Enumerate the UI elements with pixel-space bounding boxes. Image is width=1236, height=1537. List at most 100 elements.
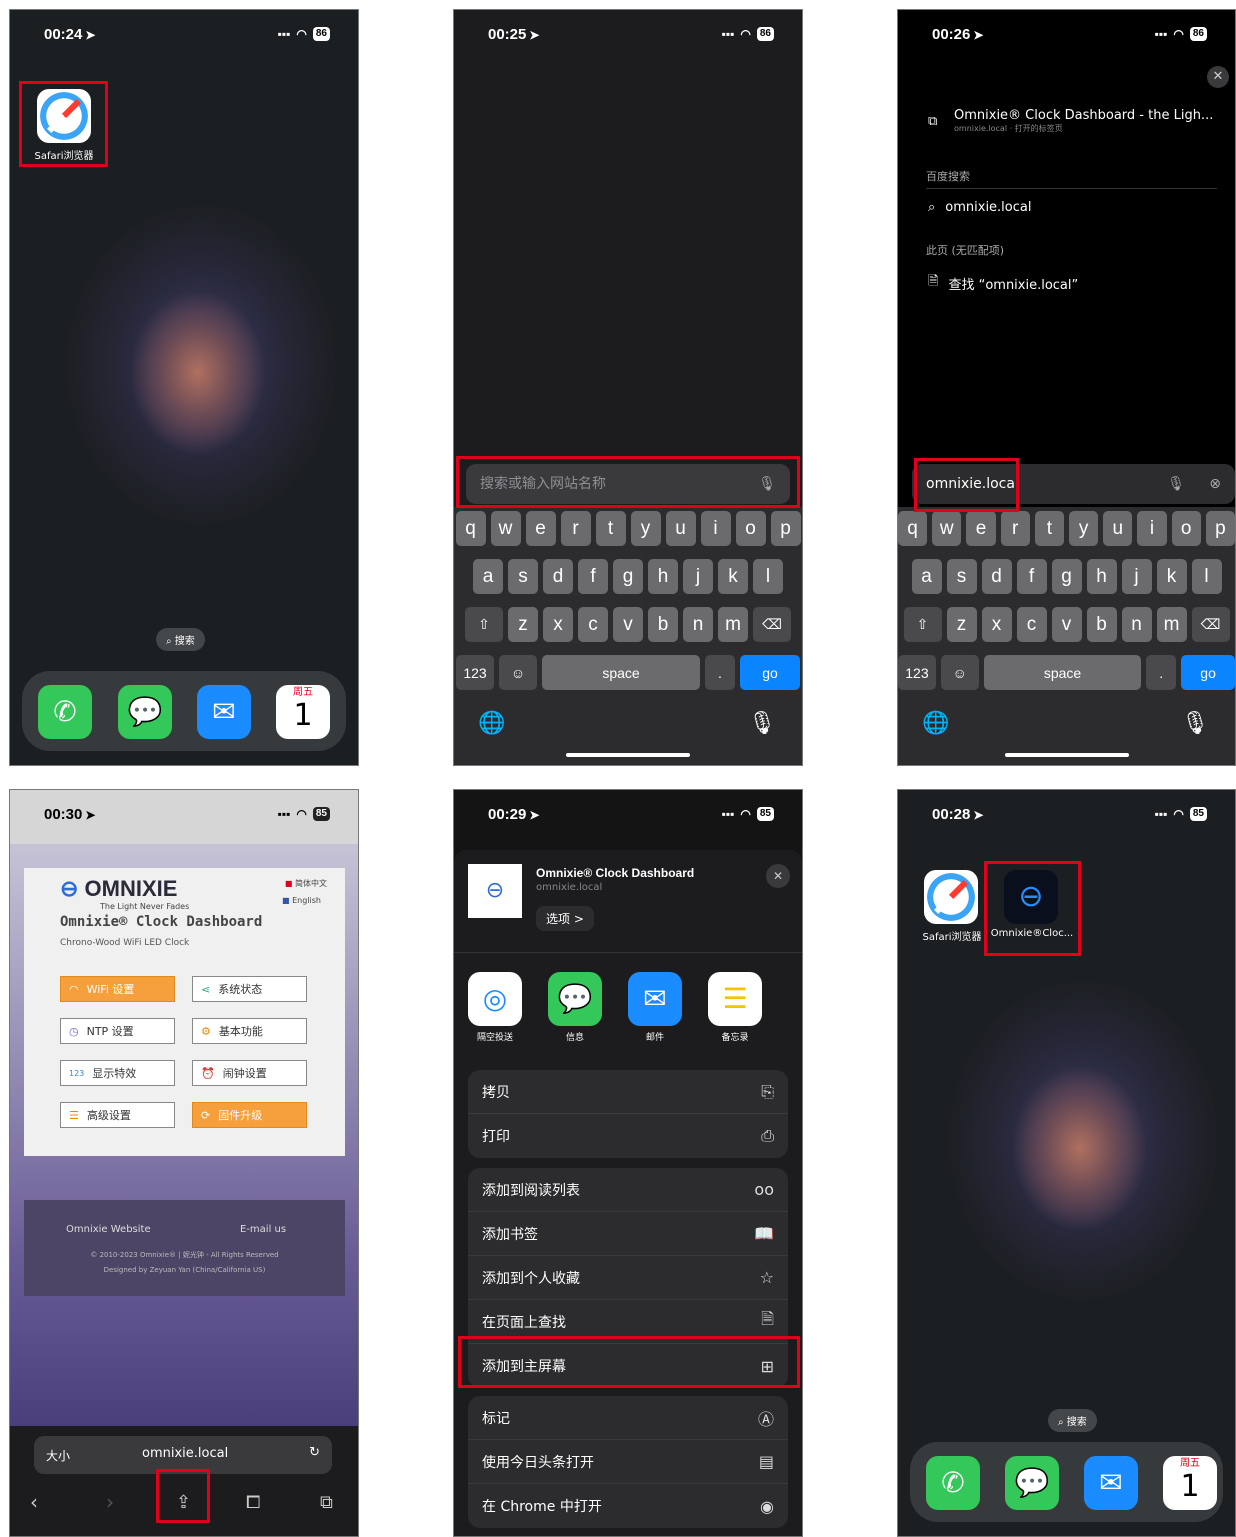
space-key[interactable]: space <box>983 655 1142 690</box>
key-b[interactable]: b <box>1086 607 1117 642</box>
messages-app-icon[interactable]: 💬 <box>1005 1456 1059 1510</box>
bookmarks-icon[interactable]: ⧠ <box>246 1492 260 1513</box>
key-y[interactable]: y <box>630 511 661 546</box>
key-i[interactable]: i <box>700 511 731 546</box>
clear-icon[interactable]: ⊗ <box>1209 464 1221 504</box>
key-x[interactable]: x <box>543 607 573 642</box>
key-p[interactable]: p <box>770 511 801 546</box>
firmware-upgrade-button[interactable]: ⟳ 固件升级 <box>192 1102 307 1128</box>
key-k[interactable]: k <box>1156 559 1187 594</box>
tab-suggestion[interactable]: ⧉ Omnixie® Clock Dashboard - the Ligh...… <box>928 108 1213 134</box>
key-x[interactable]: x <box>981 607 1012 642</box>
key-d[interactable]: d <box>981 559 1012 594</box>
key-a[interactable]: a <box>911 559 942 594</box>
display-effects-button[interactable]: 123 显示特效 <box>60 1060 175 1086</box>
toutiao-action[interactable]: 使用今日头条打开 ▤ <box>468 1440 788 1484</box>
key-h[interactable]: h <box>1086 559 1117 594</box>
omnixie-website-link[interactable]: Omnixie Website <box>66 1224 151 1235</box>
search-suggestion[interactable]: ⌕ omnixie.local <box>928 200 1031 215</box>
home-search-pill[interactable]: ⌕ 搜索 <box>1048 1409 1097 1432</box>
numbers-key[interactable]: 123 <box>898 655 936 690</box>
globe-icon[interactable]: 🌐 <box>922 711 949 736</box>
key-i[interactable]: i <box>1137 511 1167 546</box>
copy-action[interactable]: 拷贝 ⎘ <box>468 1070 788 1114</box>
dictation-icon[interactable]: 🎙 <box>748 711 776 736</box>
space-key[interactable]: space <box>542 655 700 690</box>
go-key[interactable]: go <box>740 655 800 690</box>
calendar-app-icon[interactable]: 周五 1 <box>1163 1456 1217 1510</box>
key-j[interactable]: j <box>683 559 713 594</box>
key-q[interactable]: q <box>455 511 486 546</box>
key-t[interactable]: t <box>1034 511 1064 546</box>
advanced-settings-button[interactable]: ☰ 高级设置 <box>60 1102 175 1128</box>
home-search-pill[interactable]: ⌕ 搜索 <box>156 628 205 651</box>
phone-app-icon[interactable]: ✆ <box>926 1456 980 1510</box>
messages-app-icon[interactable]: 💬 <box>118 685 172 739</box>
mail-app-icon[interactable]: ✉ <box>1084 1456 1138 1510</box>
back-icon[interactable]: ‹ <box>30 1490 38 1514</box>
dictation-icon[interactable]: 🎙 <box>1181 711 1209 736</box>
email-link[interactable]: E-mail us <box>240 1224 286 1235</box>
key-s[interactable]: s <box>946 559 977 594</box>
close-icon[interactable]: ✕ <box>766 864 790 888</box>
key-s[interactable]: s <box>508 559 538 594</box>
print-action[interactable]: 打印 ⎙ <box>468 1114 788 1158</box>
delete-key[interactable]: ⌫ <box>1191 607 1230 642</box>
key-v[interactable]: v <box>1051 607 1082 642</box>
emoji-key[interactable]: ☺ <box>940 655 979 690</box>
reload-icon[interactable]: ↻ <box>309 1445 320 1460</box>
basic-functions-button[interactable]: ⚙ 基本功能 <box>192 1018 307 1044</box>
key-o[interactable]: o <box>1171 511 1201 546</box>
ntp-settings-button[interactable]: ◷ NTP 设置 <box>60 1018 175 1044</box>
key-y[interactable]: y <box>1069 511 1099 546</box>
find-on-page[interactable]: 🗎 查找 “omnixie.local” <box>928 272 1078 294</box>
key-w[interactable]: w <box>932 511 962 546</box>
messages-app-icon[interactable]: 💬 <box>548 972 602 1026</box>
key-n[interactable]: n <box>683 607 713 642</box>
key-u[interactable]: u <box>1103 511 1133 546</box>
key-f[interactable]: f <box>578 559 608 594</box>
close-icon[interactable]: ✕ <box>1207 66 1229 88</box>
notes-app-icon[interactable]: ☰ <box>708 972 762 1026</box>
key-k[interactable]: k <box>718 559 748 594</box>
text-size-button[interactable]: 大小 <box>46 1447 70 1464</box>
mail-app-icon[interactable]: ✉ <box>628 972 682 1026</box>
dot-key[interactable]: . <box>705 655 735 690</box>
key-l[interactable]: l <box>753 559 783 594</box>
key-q[interactable]: q <box>898 511 928 546</box>
lang-en[interactable]: ■ English <box>282 896 321 905</box>
shift-key[interactable]: ⇧ <box>903 607 942 642</box>
delete-key[interactable]: ⌫ <box>753 607 791 642</box>
key-b[interactable]: b <box>648 607 678 642</box>
key-u[interactable]: u <box>665 511 696 546</box>
airdrop-icon[interactable]: ◎ <box>468 972 522 1026</box>
key-r[interactable]: r <box>1000 511 1030 546</box>
options-button[interactable]: 选项 > <box>536 906 594 931</box>
reading-list-action[interactable]: 添加到阅读列表 oo <box>468 1168 788 1212</box>
key-e[interactable]: e <box>525 511 556 546</box>
key-m[interactable]: m <box>1156 607 1187 642</box>
chrome-action[interactable]: 在 Chrome 中打开 ◉ <box>468 1484 788 1528</box>
key-o[interactable]: o <box>735 511 766 546</box>
key-g[interactable]: g <box>1051 559 1082 594</box>
wifi-settings-button[interactable]: ◠ WiFi 设置 <box>60 976 175 1002</box>
key-c[interactable]: c <box>578 607 608 642</box>
calendar-app-icon[interactable]: 周五 1 <box>276 685 330 739</box>
emoji-key[interactable]: ☺ <box>499 655 537 690</box>
key-j[interactable]: j <box>1121 559 1152 594</box>
key-d[interactable]: d <box>543 559 573 594</box>
key-r[interactable]: r <box>560 511 591 546</box>
shift-key[interactable]: ⇧ <box>465 607 503 642</box>
lang-zh[interactable]: ■ 简体中文 <box>285 878 327 889</box>
key-p[interactable]: p <box>1205 511 1235 546</box>
key-a[interactable]: a <box>473 559 503 594</box>
key-n[interactable]: n <box>1121 607 1152 642</box>
add-bookmark-action[interactable]: 添加书签 📖 <box>468 1212 788 1256</box>
dot-key[interactable]: . <box>1146 655 1177 690</box>
safari-app-icon[interactable] <box>924 870 978 924</box>
key-f[interactable]: f <box>1016 559 1047 594</box>
mail-app-icon[interactable]: ✉ <box>197 685 251 739</box>
key-h[interactable]: h <box>648 559 678 594</box>
go-key[interactable]: go <box>1181 655 1235 690</box>
markup-action[interactable]: 标记 Ⓐ <box>468 1396 788 1440</box>
